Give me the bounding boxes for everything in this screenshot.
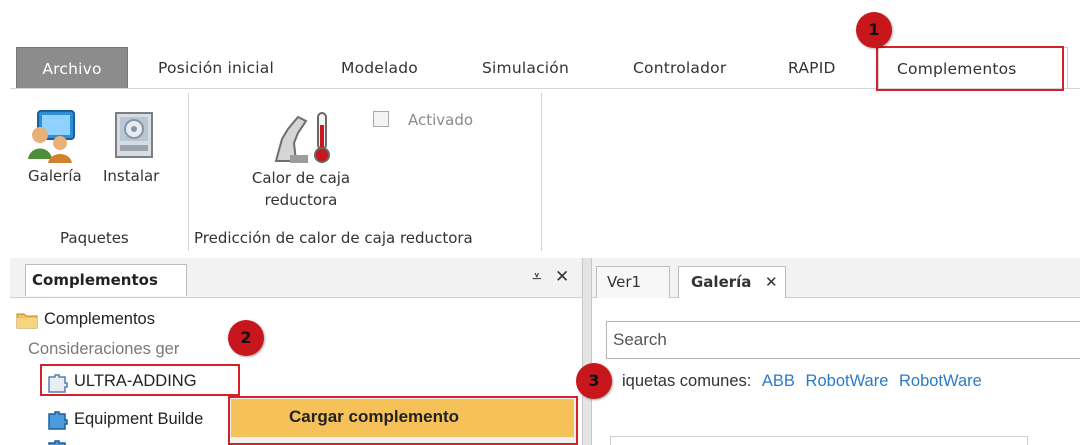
tab-archivo[interactable]: Archivo	[16, 47, 128, 89]
gallery-results-box	[610, 436, 1028, 445]
group-separator	[541, 93, 542, 251]
tab-rapid[interactable]: RAPID	[788, 47, 836, 89]
tab-modelado[interactable]: Modelado	[341, 47, 418, 89]
common-tags-label: iquetas comunes:	[622, 372, 752, 390]
close-tab-icon[interactable]: ✕	[765, 267, 778, 297]
calor-button-label[interactable]: Calor de caja reductora	[236, 167, 366, 211]
tab-controlador[interactable]: Controlador	[633, 47, 726, 89]
gallery-icon[interactable]	[24, 107, 80, 163]
install-icon[interactable]	[110, 107, 160, 163]
document-area: Ver1 Galería ✕ Search iquetas comunes: A…	[592, 258, 1080, 445]
callout-3: 3	[576, 363, 612, 399]
ribbon-panel: Galería Instalar Paquetes Calor de caja …	[10, 88, 1080, 256]
tab-galeria[interactable]: Galería ✕	[678, 266, 786, 298]
tab-ver1[interactable]: Ver1	[596, 266, 670, 298]
tab-simulacion[interactable]: Simulación	[482, 47, 569, 89]
activado-label: Activado	[408, 111, 474, 129]
group-label-prediccion: Predicción de calor de caja reductora	[194, 229, 473, 247]
group-separator	[188, 93, 189, 251]
complementos-panel-tab[interactable]: Complementos	[25, 264, 187, 296]
group-label-paquetes: Paquetes	[60, 229, 129, 247]
folder-icon	[16, 311, 38, 329]
document-tabs-header: Ver1 Galería ✕	[592, 258, 1080, 298]
callout-2: 2	[228, 320, 264, 356]
highlight-ultra-adding	[40, 364, 240, 396]
tab-posicion-inicial[interactable]: Posición inicial	[158, 47, 274, 89]
callout-1: 1	[856, 12, 892, 48]
highlight-load-addin	[228, 396, 578, 445]
highlight-complementos-tab	[876, 46, 1064, 91]
tree-section-label: Consideraciones ger	[28, 340, 180, 358]
tag-link-robotware[interactable]: RobotWare	[899, 372, 982, 390]
calor-label-line1: Calor de caja	[251, 169, 351, 187]
instalar-button-label[interactable]: Instalar	[103, 165, 159, 187]
complementos-panel-header: Complementos ⩡ ✕	[10, 258, 582, 298]
tag-link-abb[interactable]: ABB	[762, 372, 795, 390]
gallery-search-input[interactable]: Search	[606, 321, 1080, 359]
addin-icon	[46, 438, 68, 445]
tree-item-equipment-builder[interactable]: Equipment Builde	[74, 410, 203, 429]
pane-splitter[interactable]	[582, 258, 592, 445]
gearbox-heat-icon[interactable]	[268, 109, 340, 165]
tree-root-complementos[interactable]: Complementos	[44, 310, 155, 329]
equipment-builder-icon	[46, 409, 68, 431]
calor-label-line2: reductora	[264, 191, 338, 209]
common-tags-row: iquetas comunes: ABB RobotWare RobotWare	[622, 372, 982, 391]
tab-galeria-label: Galería	[691, 273, 752, 291]
tag-link-robotware[interactable]: RobotWare	[806, 372, 889, 390]
pin-dropdown-icon[interactable]: ⩡	[532, 267, 542, 287]
activado-checkbox[interactable]	[373, 111, 389, 127]
galeria-button-label[interactable]: Galería	[28, 165, 82, 187]
close-icon[interactable]: ✕	[555, 267, 569, 287]
